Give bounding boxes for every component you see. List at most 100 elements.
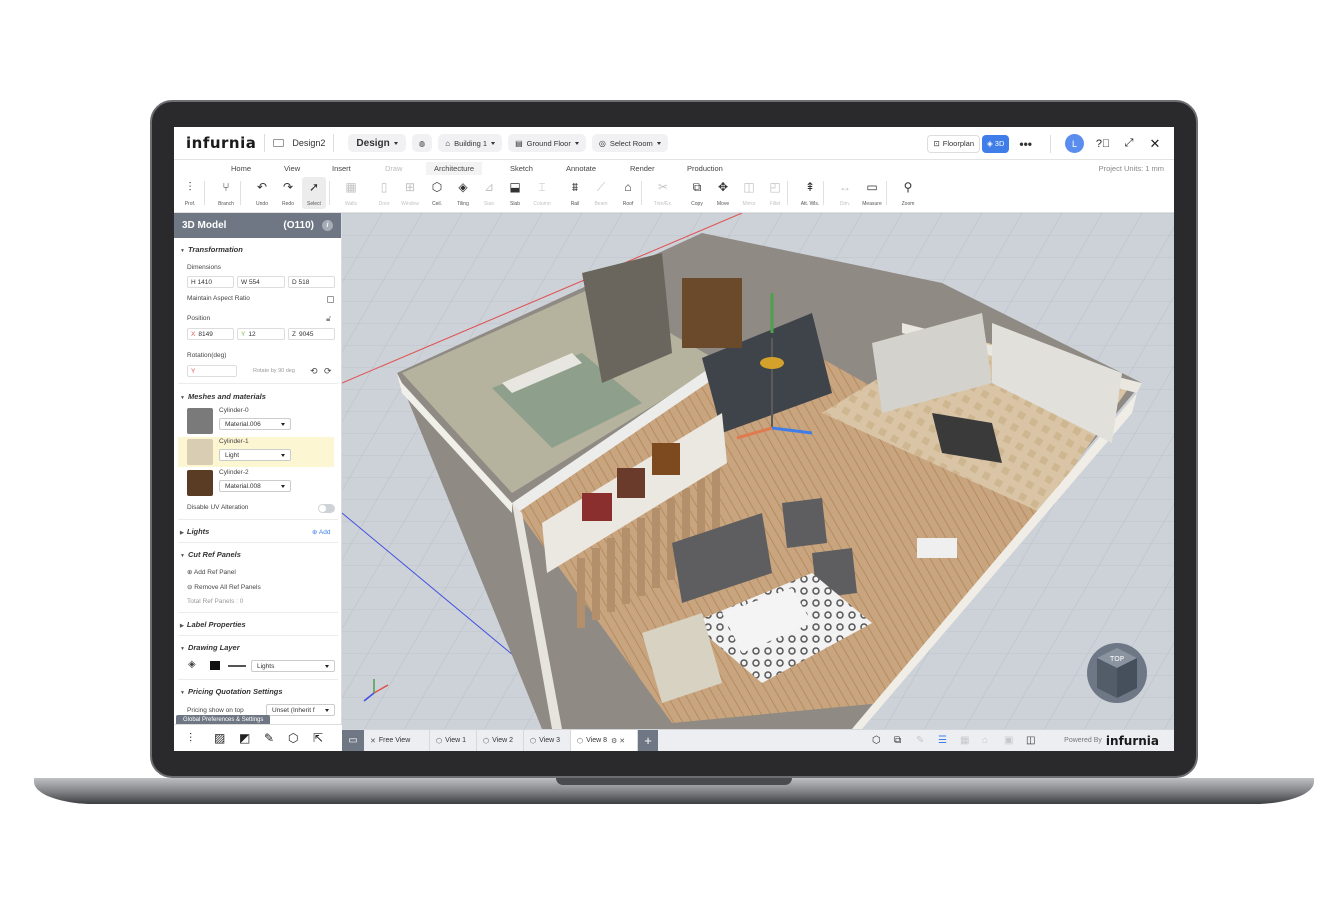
drawing-layer-select[interactable]: Lights [251,660,335,672]
rotation-field[interactable]: Y [187,365,237,377]
tool-tiling[interactable]: ◈ Tiling [451,179,475,207]
list-icon[interactable]: ☰ [938,735,947,746]
paint-icon[interactable]: ✎ [264,731,274,745]
view-tab-free-view[interactable]: ✕ Free View [364,730,430,751]
section-drawing-layer[interactable]: ▼ Drawing Layer [180,643,240,652]
grid-icon[interactable]: ▦ [960,735,969,746]
brush-icon[interactable]: ✎ [916,735,924,746]
tool-fillet[interactable]: ◰ Fillet [763,179,787,207]
3d-viewport[interactable]: TOP [342,213,1174,729]
tool-measure[interactable]: ▭ Measure [860,179,884,207]
tool-roof[interactable]: ⌂ Roof [616,179,640,207]
tool-door[interactable]: ▯ Door [372,179,396,207]
view-tab-view-3[interactable]: ⬡ View 3 [524,730,571,751]
tool-column[interactable]: ⌶ Column [530,179,554,207]
3d-scene[interactable]: TOP [342,213,1174,729]
folder-button[interactable]: ▭ [342,730,364,751]
tool-select[interactable]: ➚ Select [302,177,326,209]
disable-uv-toggle[interactable] [318,504,335,513]
export-icon[interactable]: ⇱ [313,731,323,745]
tool-walls[interactable]: ▦ Walls [339,179,363,207]
view-tab-settings-close[interactable]: ⚙ ✕ [611,737,625,745]
add-view-button[interactable]: + [638,730,658,751]
aspect-ratio-checkbox[interactable] [327,296,334,303]
layers-toggle-icon[interactable]: ⧉ [894,735,901,746]
position-y-field[interactable]: Y 12 [237,328,285,340]
view-tab-view-8[interactable]: ⬡ View 8 ⚙ ✕ [571,730,638,751]
tool-mirror[interactable]: ◫ Mirror [737,179,761,207]
tab-architecture[interactable]: Architecture [426,161,483,175]
mode-dropdown[interactable]: Design [348,134,406,152]
pricing-show-on-top-select[interactable]: Unset (Inherit f [266,704,335,716]
question-circle-icon[interactable]: ?⃝ [1090,138,1116,150]
material-select[interactable]: Light [219,449,291,461]
line-style-icon[interactable] [228,665,246,667]
view-cube[interactable]: TOP [1087,643,1147,703]
section-cut-ref-panels[interactable]: ▼ Cut Ref Panels [180,550,241,559]
view-tab-view-2[interactable]: ⬡ View 2 [477,730,524,751]
view-3d-button[interactable]: ◈ 3D [982,134,1010,153]
tab-production[interactable]: Production [687,164,723,173]
rotate-cw-icon[interactable]: ⟳ [324,366,332,377]
tool-slab[interactable]: ⬓ Slab [503,179,527,207]
tool-stair[interactable]: ⊿ Stair [477,179,501,207]
tab-annotate[interactable]: Annotate [566,164,596,173]
rotate-ccw-icon[interactable]: ⟲ [310,366,318,377]
material-swatch[interactable] [187,408,213,434]
floorplan-button[interactable]: ⊡ Floorplan [927,134,981,153]
model-settings-icon[interactable]: ⬡ [288,731,298,745]
section-pricing[interactable]: ▼ Pricing Quotation Settings [180,687,283,696]
width-field[interactable]: W 554 [237,276,285,288]
tool-redo[interactable]: ↷ Redo [276,179,300,207]
book-icon[interactable]: ◫ [1026,735,1035,746]
building-dropdown[interactable]: ⌂ Building 1 [438,134,503,152]
floor-dropdown[interactable]: ▤ Ground Floor [508,134,586,152]
tool-copy[interactable]: ⧉ Copy [685,179,709,207]
position-z-field[interactable]: Z 9045 [288,328,335,340]
material-swatch[interactable] [187,439,213,465]
tab-sketch[interactable]: Sketch [510,164,533,173]
tool-window[interactable]: ⊞ Window [398,179,422,207]
tool-dim[interactable]: ↔ Dim. [833,179,857,207]
room-dropdown[interactable]: ◎ Select Room [591,134,668,152]
close-icon[interactable]: ✕ [1142,136,1168,152]
material-select[interactable]: Material.008 [219,480,291,492]
tool-prof[interactable]: ⫶ Prof. [178,179,202,207]
view-tab-view-1[interactable]: ⬡ View 1 [430,730,477,751]
shape-icon[interactable]: ◩ [239,731,250,745]
lamp-shade[interactable] [760,357,784,369]
model-check-icon[interactable]: ⬡ [872,735,881,746]
material-swatch[interactable] [187,470,213,496]
hatch-icon[interactable]: ▨ [214,731,225,745]
tool-branch[interactable]: ⑂ Branch [214,179,238,207]
tool-zoom[interactable]: ⚲ Zoom [896,179,920,207]
tab-home[interactable]: Home [231,164,251,173]
avatar[interactable]: L [1065,134,1084,153]
tool-beam[interactable]: ⟋ Beam [589,179,613,207]
position-x-field[interactable]: X 8149 [187,328,234,340]
section-label-properties[interactable]: ▶ Label Properties [180,620,246,629]
tab-render[interactable]: Render [630,164,655,173]
height-field[interactable]: H 1410 [187,276,234,288]
tool-ceil[interactable]: ⬡ Ceil. [425,179,449,207]
document-name[interactable]: Design2 [292,138,325,148]
section-meshes[interactable]: ▼ Meshes and materials [180,392,266,401]
tab-draw[interactable]: Draw [385,164,403,173]
tool-move[interactable]: ✥ Move [711,179,735,207]
more-options-button[interactable]: ••• [1019,137,1032,151]
tool-att-wls[interactable]: ⇞ Att. Wls. [798,179,822,207]
sliders-icon[interactable]: ⫶ [189,731,192,746]
lock-icon[interactable]: 🔓︎ [326,314,331,324]
layer-color-swatch[interactable] [210,661,220,670]
tool-trim-ex[interactable]: ✂ Trim/Ex. [651,179,675,207]
add-ref-panel-button[interactable]: ⊕ Add Ref Panel [187,568,236,576]
depth-field[interactable]: D 518 [288,276,335,288]
info-icon[interactable]: i [322,220,333,231]
tool-undo[interactable]: ↶ Undo [250,179,274,207]
expand-icon[interactable]: ⤢ [1116,137,1142,150]
tab-view[interactable]: View [284,164,300,173]
add-light-button[interactable]: ⊕ Add [312,528,330,536]
section-transformation[interactable]: ▼ Transformation [180,245,243,254]
remove-ref-panels-button[interactable]: ⊖ Remove All Ref Panels [187,583,261,591]
global-preferences-tab[interactable]: Global Preferences & Settings [176,715,271,724]
